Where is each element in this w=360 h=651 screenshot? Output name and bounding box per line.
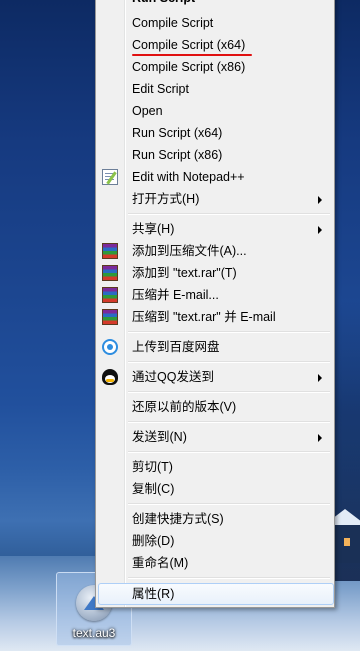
menu-item-share[interactable]: 共享(H)	[98, 218, 332, 240]
menu-item-label: 压缩并 E-mail...	[132, 288, 219, 302]
menu-separator	[128, 213, 330, 215]
menu-separator	[128, 391, 330, 393]
submenu-arrow-icon	[318, 226, 322, 234]
menu-item-send-via-qq[interactable]: 通过QQ发送到	[98, 366, 332, 388]
menu-item-label: Compile Script (x64)	[132, 38, 246, 52]
qq-icon	[102, 369, 118, 385]
menu-item-add-to-text-rar[interactable]: 添加到 "text.rar"(T)	[98, 262, 332, 284]
menu-separator	[128, 577, 330, 579]
menu-item-label: 删除(D)	[132, 534, 175, 548]
submenu-arrow-icon	[318, 196, 322, 204]
menu-item-copy[interactable]: 复制(C)	[98, 478, 332, 500]
desktop-wallpaper-window-light	[344, 538, 350, 546]
menu-item-label: Run Script	[132, 0, 195, 9]
menu-item-label: 还原以前的版本(V)	[132, 400, 237, 414]
menu-item-properties[interactable]: 属性(R)	[98, 583, 334, 605]
menu-item-send-to[interactable]: 发送到(N)	[98, 426, 332, 448]
menu-item-label: Edit Script	[132, 82, 189, 96]
menu-item-add-to-archive[interactable]: 添加到压缩文件(A)...	[98, 240, 332, 262]
menu-item-compress-and-email[interactable]: 压缩并 E-mail...	[98, 284, 332, 306]
menu-item-label: 添加到 "text.rar"(T)	[132, 266, 237, 280]
menu-item-label: 复制(C)	[132, 482, 175, 496]
menu-item-label: 压缩到 "text.rar" 并 E-mail	[132, 310, 276, 324]
menu-item-run-script[interactable]: Run Script	[98, 0, 332, 9]
menu-item-label: Open	[132, 104, 163, 118]
baidu-netdisk-icon	[102, 339, 118, 355]
winrar-icon	[102, 243, 118, 259]
menu-item-label: 上传到百度网盘	[132, 340, 220, 354]
menu-item-label: Run Script (x86)	[132, 148, 223, 162]
menu-item-edit-with-notepad[interactable]: Edit with Notepad++	[98, 166, 332, 188]
menu-item-label: 共享(H)	[132, 222, 175, 236]
menu-item-label: 发送到(N)	[132, 430, 187, 444]
menu-separator	[128, 331, 330, 333]
menu-item-open-with[interactable]: 打开方式(H)	[98, 188, 332, 210]
menu-item-compile-script[interactable]: Compile Script	[98, 12, 332, 34]
menu-item-label: 重命名(M)	[132, 556, 189, 570]
menu-item-upload-baidu[interactable]: 上传到百度网盘	[98, 336, 332, 358]
menu-item-label: Compile Script (x86)	[132, 60, 246, 74]
menu-separator	[128, 451, 330, 453]
menu-item-edit-script[interactable]: Edit Script	[98, 78, 332, 100]
menu-item-rename[interactable]: 重命名(M)	[98, 552, 332, 574]
menu-item-open[interactable]: Open	[98, 100, 332, 122]
menu-item-compile-script-x64[interactable]: Compile Script (x64)	[98, 34, 332, 56]
menu-item-label: Compile Script	[132, 16, 214, 30]
menu-item-label: 通过QQ发送到	[132, 370, 214, 384]
menu-item-restore-previous-versions[interactable]: 还原以前的版本(V)	[98, 396, 332, 418]
context-menu: Run Script Compile Script Compile Script…	[95, 0, 335, 608]
menu-item-run-script-x64[interactable]: Run Script (x64)	[98, 122, 332, 144]
winrar-icon	[102, 265, 118, 281]
menu-item-compile-script-x86[interactable]: Compile Script (x86)	[98, 56, 332, 78]
menu-item-label: 属性(R)	[132, 587, 175, 601]
menu-item-label: 创建快捷方式(S)	[132, 512, 224, 526]
menu-item-cut[interactable]: 剪切(T)	[98, 456, 332, 478]
menu-item-create-shortcut[interactable]: 创建快捷方式(S)	[98, 508, 332, 530]
submenu-arrow-icon	[318, 434, 322, 442]
winrar-icon	[102, 309, 118, 325]
menu-item-label: Edit with Notepad++	[132, 170, 245, 184]
desktop-file-label: text.au3	[72, 626, 116, 640]
menu-item-label: Run Script (x64)	[132, 126, 223, 140]
menu-item-run-script-x86[interactable]: Run Script (x86)	[98, 144, 332, 166]
notepad-plus-icon	[102, 169, 118, 185]
menu-item-label: 打开方式(H)	[132, 192, 200, 206]
menu-item-label: 剪切(T)	[132, 460, 173, 474]
winrar-icon	[102, 287, 118, 303]
menu-separator	[128, 421, 330, 423]
menu-item-delete[interactable]: 删除(D)	[98, 530, 332, 552]
submenu-arrow-icon	[318, 374, 322, 382]
menu-separator	[128, 361, 330, 363]
menu-item-label: 添加到压缩文件(A)...	[132, 244, 247, 258]
menu-item-compress-to-text-rar-and-email[interactable]: 压缩到 "text.rar" 并 E-mail	[98, 306, 332, 328]
menu-separator	[128, 503, 330, 505]
